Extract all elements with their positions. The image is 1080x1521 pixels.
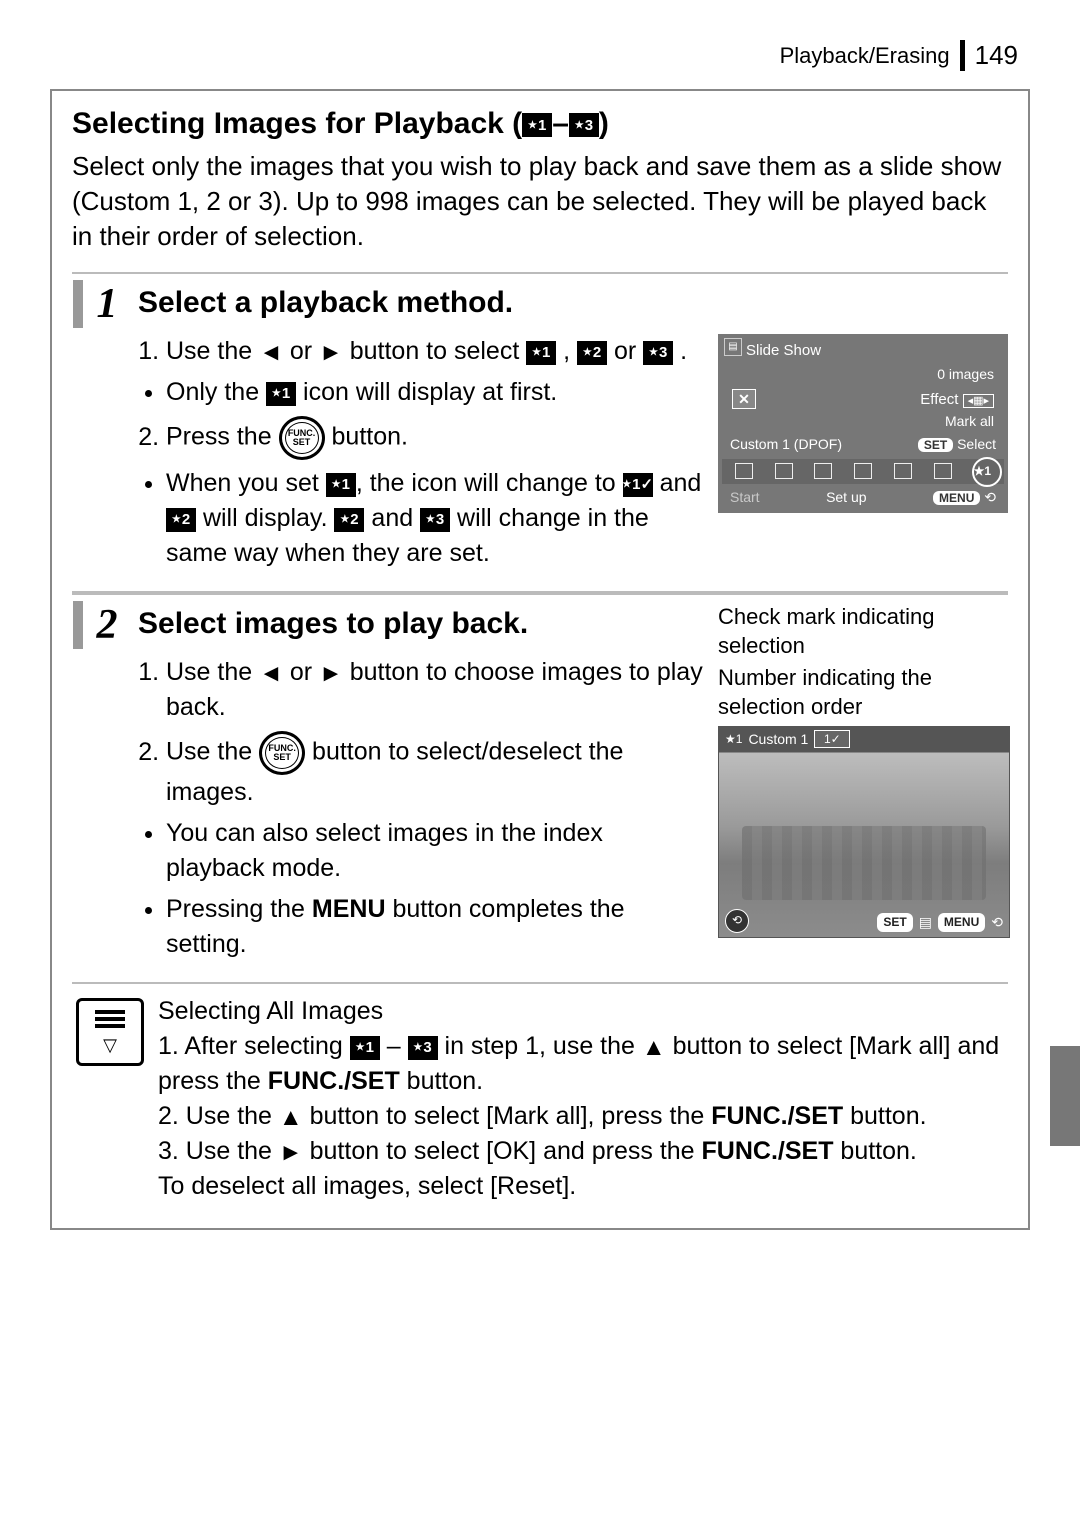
star1-icon: ★1: [350, 1036, 380, 1060]
step1-note1: Only the ★1 icon will display at first.: [166, 375, 706, 410]
header-section: Playback/Erasing: [780, 43, 960, 69]
set-badge: SET: [877, 913, 912, 932]
movie-icon: [894, 463, 912, 479]
star1-icon: ★1: [326, 473, 356, 497]
star2-icon: ★2: [334, 508, 364, 532]
left-arrow-icon: ◄: [259, 341, 283, 365]
up-arrow-icon: ▲: [279, 1106, 303, 1130]
step-2-text: Select images to play back. Use the ◄ or…: [138, 603, 706, 968]
step-2-heading: Select images to play back.: [138, 603, 706, 645]
right-arrow-icon: ►: [279, 1141, 303, 1165]
circle-highlight-icon: [972, 457, 1002, 487]
note-line3: 3. Use the ► button to select [OK] and p…: [158, 1134, 1004, 1169]
note-line2: 2. Use the ▲ button to select [Mark all]…: [158, 1099, 1004, 1134]
rotate-icon: ⟲: [725, 909, 749, 933]
screen1-effect: Effect: [920, 391, 958, 408]
film-icon: ◂▦▸: [963, 394, 994, 408]
screen1-custom: Custom 1 (DPOF): [730, 435, 842, 455]
star3-icon: ★3: [420, 508, 450, 532]
left-arrow-icon: ◄: [259, 662, 283, 686]
screen2-custom: Custom 1: [748, 730, 808, 750]
x-icon: ✕: [732, 389, 756, 409]
grid-icon: [775, 463, 793, 479]
star3-icon: ★3: [569, 113, 599, 137]
func-set-button-icon: FUNC.SET: [279, 416, 325, 460]
return-icon: ⟲: [991, 913, 1003, 933]
slide-show-screen: ▤Slide Show 0 images ✕ Effect ◂▦▸ Mark a…: [718, 334, 1008, 513]
step-1: 1 Select a playback method. Use the ◄ or…: [72, 272, 1008, 593]
star1-icon: ★1: [522, 113, 552, 137]
date-icon: [814, 463, 832, 479]
step1-sub1: Use the ◄ or ► button to select ★1 , ★2 …: [166, 334, 706, 369]
stack-icon: [735, 463, 753, 479]
note-heading: Selecting All Images: [158, 994, 1004, 1029]
screen2-caption1: Check mark indicating selection: [718, 603, 1008, 660]
star1-icon: ★1: [526, 341, 556, 365]
step2-sub2: Use the FUNC.SET button to select/desele…: [166, 731, 706, 810]
star2-icon: ★2: [166, 508, 196, 532]
projector-icon-small: ▤: [919, 913, 932, 933]
step-2: 2 Select images to play back. Use the ◄ …: [72, 593, 1008, 984]
select-all-note: ▽ Selecting All Images 1. After selectin…: [72, 984, 1008, 1204]
image-select-screen: ★1 Custom 1 1✓ ⟲ SET ▤ MENU: [718, 726, 1010, 938]
step2-sub1: Use the ◄ or ► button to choose images t…: [166, 655, 706, 725]
side-tab: [1050, 1046, 1080, 1146]
set-badge: SET: [918, 438, 953, 452]
step1-note2: When you set ★1, the icon will change to…: [166, 466, 706, 571]
right-arrow-icon: ►: [319, 662, 343, 686]
screen1-select: Select: [957, 436, 996, 452]
menu-badge: MENU: [933, 491, 980, 505]
photo-preview: [719, 753, 1009, 937]
screen1-setup: Set up: [826, 488, 866, 508]
step-1-text: Use the ◄ or ► button to select ★1 , ★2 …: [138, 334, 706, 577]
title-suffix: ): [599, 107, 609, 140]
screen2-check: 1✓: [814, 730, 850, 748]
up-arrow-icon: ▲: [642, 1036, 666, 1060]
screen1-start: Start: [730, 488, 760, 508]
step2-note2: Pressing the MENU button completes the s…: [166, 892, 706, 962]
note-icon: ▽: [76, 998, 144, 1066]
star1-check-icon: ★1✓: [623, 473, 653, 497]
note-text: Selecting All Images 1. After selecting …: [158, 994, 1004, 1204]
section-intro: Select only the images that you wish to …: [72, 149, 1008, 254]
screen1-title: Slide Show: [746, 342, 821, 359]
screen2-star: ★1: [725, 731, 742, 748]
page-header: Playback/Erasing 149: [50, 40, 1030, 71]
func-set-button-icon: FUNC.SET: [259, 731, 305, 775]
star2-icon: ★2: [577, 341, 607, 365]
star3-icon: ★3: [643, 341, 673, 365]
screen2-caption2: Number indicating the selection order: [718, 664, 1008, 721]
step-2-number: 2: [73, 601, 131, 649]
section-title: Selecting Images for Playback (★1–★3): [72, 107, 1008, 141]
step-1-number: 1: [73, 280, 131, 328]
step1-sub2: Press the FUNC.SET button.: [166, 416, 706, 460]
projector-icon: ▤: [724, 338, 742, 356]
loop-icon: [934, 463, 952, 479]
step-1-heading: Select a playback method.: [138, 282, 1008, 324]
note-line4: To deselect all images, select [Reset].: [158, 1169, 1004, 1204]
step2-note1: You can also select images in the index …: [166, 816, 706, 886]
note-line1: 1. After selecting ★1 – ★3 in step 1, us…: [158, 1029, 1004, 1099]
content-box: Selecting Images for Playback (★1–★3) Se…: [50, 89, 1030, 1230]
title-dash: –: [552, 107, 569, 140]
title-text: Selecting Images for Playback (: [72, 107, 522, 140]
star3-icon: ★3: [408, 1036, 438, 1060]
right-arrow-icon: ►: [319, 341, 343, 365]
star1-icon: ★1: [266, 382, 296, 406]
icon-strip: ★1: [722, 459, 1004, 484]
folder-icon: [854, 463, 872, 479]
screen1-images: 0 images: [718, 365, 1008, 385]
screen1-markall: Mark all: [718, 412, 1008, 432]
header-page-number: 149: [960, 40, 1018, 71]
menu-badge: MENU: [938, 913, 985, 932]
